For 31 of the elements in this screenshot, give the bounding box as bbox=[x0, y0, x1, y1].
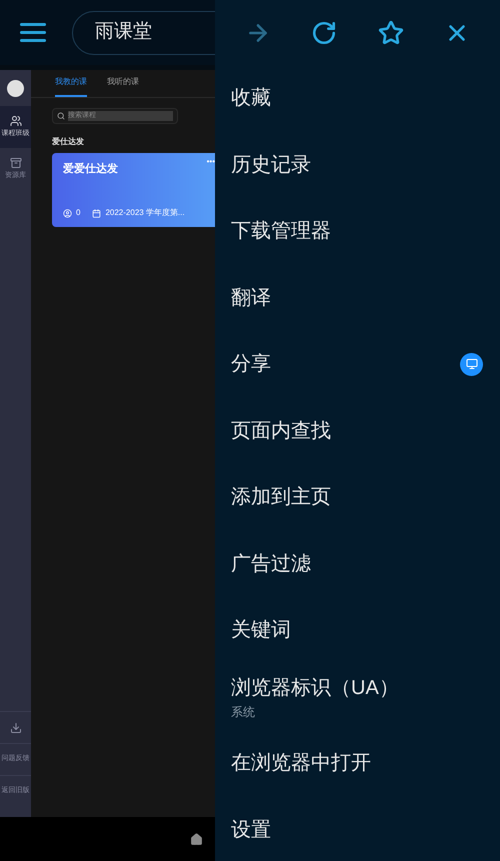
menu-item[interactable]: 设置 bbox=[215, 796, 500, 861]
menu-item[interactable]: 广告过滤 bbox=[215, 530, 500, 597]
menu-item[interactable]: 在浏览器中打开 bbox=[215, 730, 500, 796]
menu-item[interactable]: 历史记录 bbox=[215, 132, 500, 198]
menu-item[interactable]: 下载管理器 bbox=[215, 198, 500, 264]
user-icon bbox=[63, 208, 72, 218]
people-icon bbox=[10, 114, 22, 127]
section-title: 爱仕达发 bbox=[52, 136, 85, 148]
archive-icon bbox=[10, 156, 22, 169]
course-title: 爱爱仕达发 bbox=[63, 162, 118, 177]
download-icon[interactable] bbox=[10, 722, 22, 734]
menu-item[interactable]: 页面内查找 bbox=[215, 398, 500, 464]
home-icon bbox=[190, 832, 203, 846]
menu-item[interactable]: 收藏 bbox=[215, 65, 500, 132]
calendar-icon bbox=[92, 208, 102, 218]
student-count: 0 bbox=[76, 207, 80, 219]
menu-item[interactable]: 浏览器标识（UA） 系统 bbox=[215, 664, 500, 730]
menu-item[interactable]: 翻译 bbox=[215, 264, 500, 331]
refresh-icon[interactable] bbox=[311, 20, 338, 46]
tab[interactable]: 我教的课 bbox=[55, 76, 87, 97]
search-icon bbox=[57, 112, 65, 120]
menu-subtitle: 系统 bbox=[231, 704, 256, 721]
course-term: 2022-2023 学年度第... bbox=[105, 207, 185, 219]
menu-button[interactable] bbox=[20, 23, 46, 42]
menu-item[interactable]: 添加到主页 bbox=[215, 464, 500, 530]
menu-item[interactable]: 分享 bbox=[215, 331, 500, 398]
tab[interactable]: 我听的课 bbox=[107, 76, 139, 97]
menu-item[interactable]: 关键词 bbox=[215, 597, 500, 664]
course-card[interactable]: ••• 爱爱仕达发 0 2022-2023 学年度第... bbox=[52, 153, 215, 227]
avatar[interactable] bbox=[7, 80, 24, 96]
star-icon[interactable] bbox=[378, 20, 404, 46]
